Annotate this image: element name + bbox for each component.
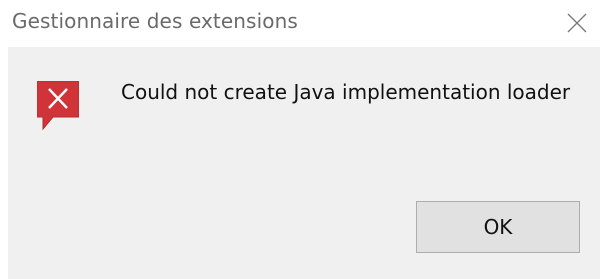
- dialog-body: Could not create Java implementation loa…: [8, 47, 600, 279]
- error-message: Could not create Java implementation loa…: [121, 80, 571, 104]
- ok-button[interactable]: OK: [416, 201, 580, 253]
- close-button[interactable]: [554, 0, 600, 47]
- error-icon: [37, 81, 79, 131]
- title-bar: Gestionnaire des extensions: [0, 0, 600, 47]
- close-icon: [567, 13, 587, 33]
- error-dialog: Gestionnaire des extensions Could not cr…: [0, 0, 600, 279]
- window-title: Gestionnaire des extensions: [12, 9, 298, 33]
